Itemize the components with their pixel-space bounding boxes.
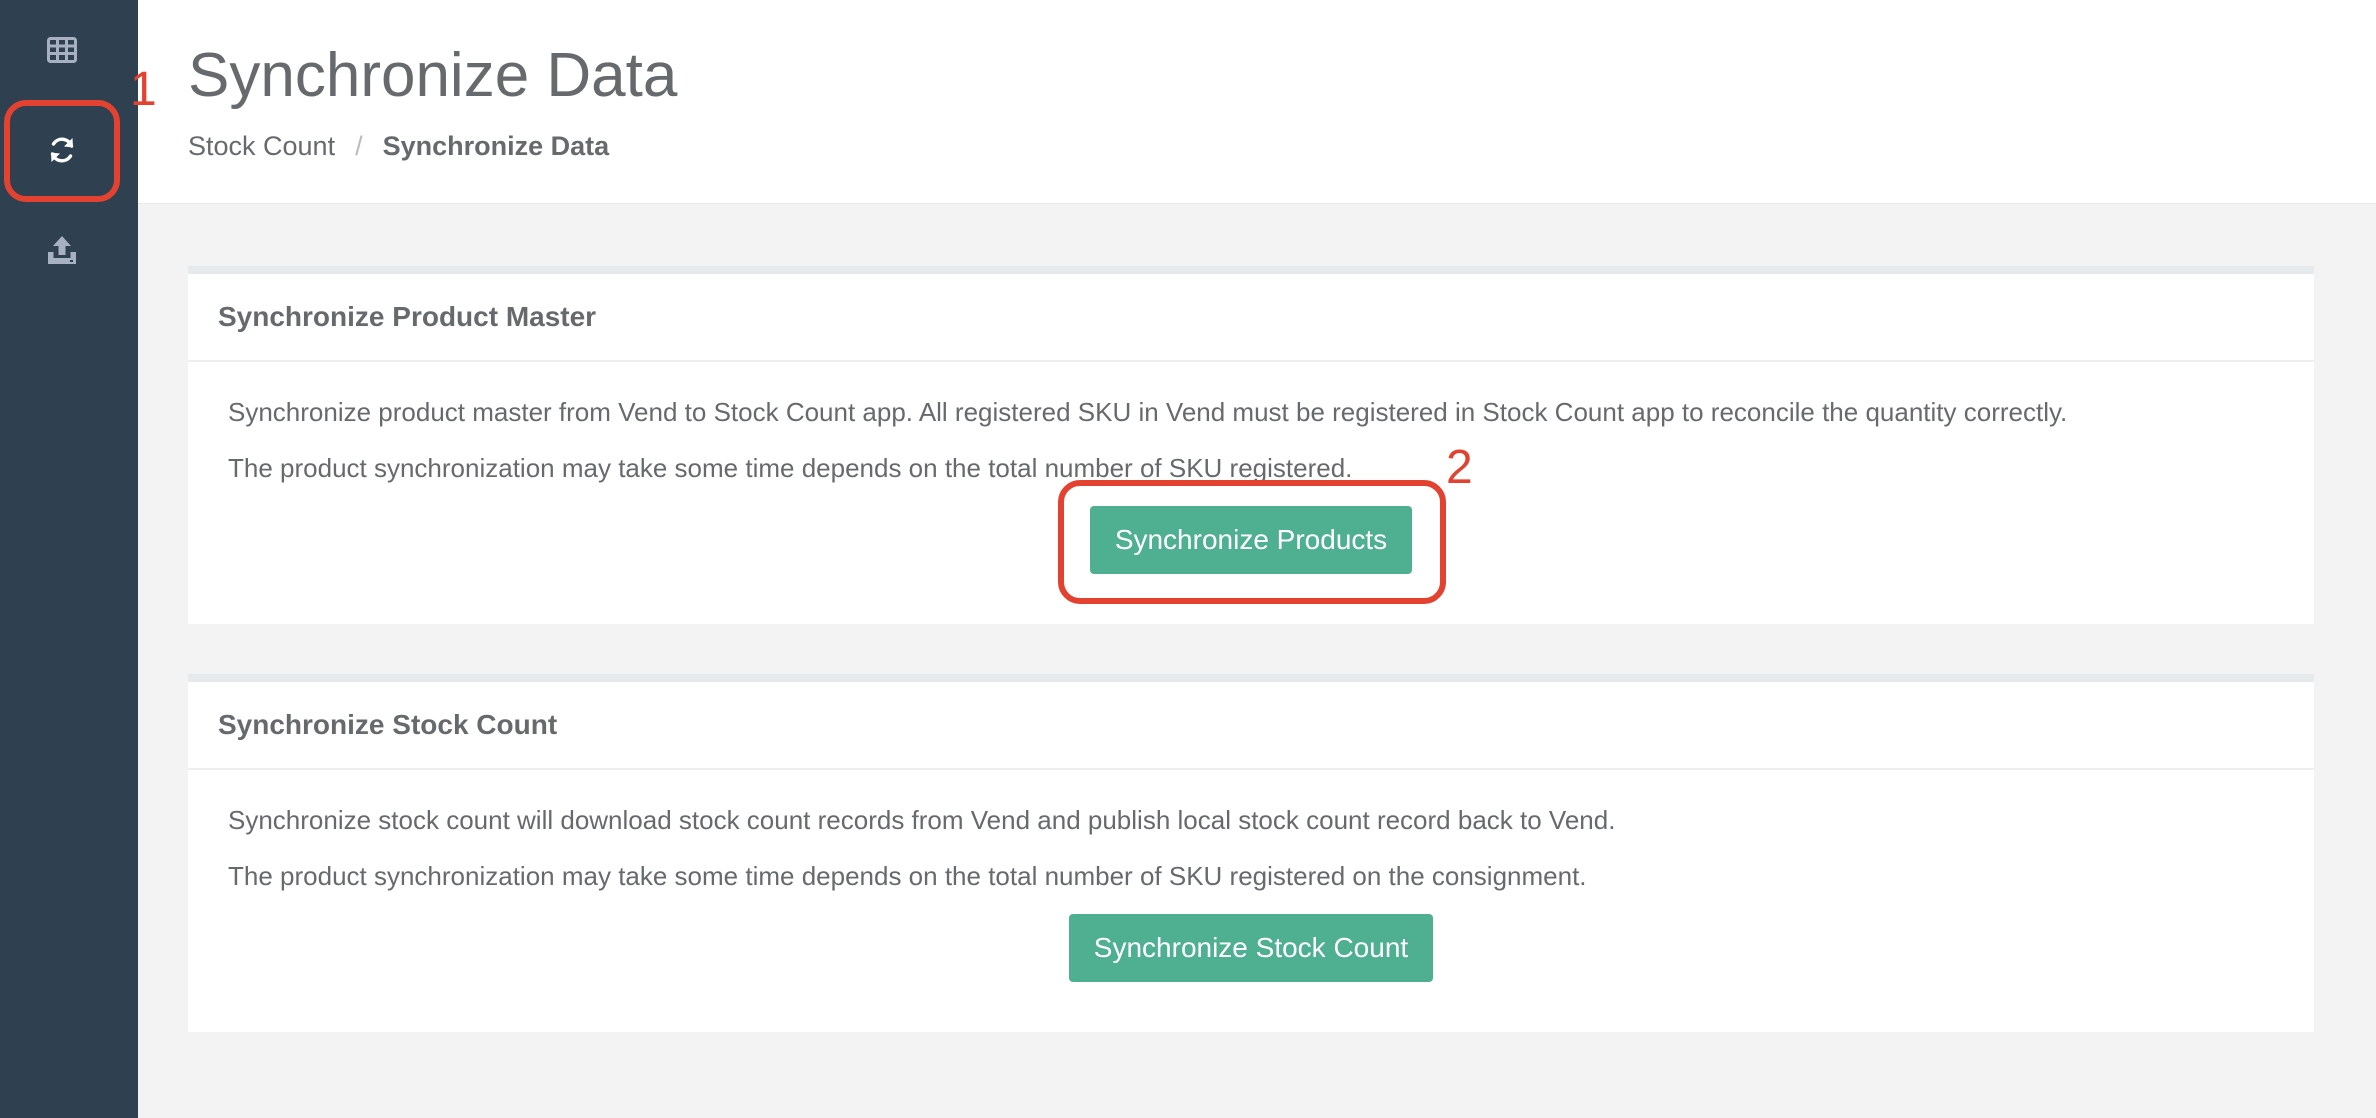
- panel-description: Synchronize product master from Vend to …: [228, 397, 2068, 427]
- breadcrumb-separator: /: [355, 131, 363, 161]
- page-title: Synchronize Data: [188, 41, 678, 110]
- synchronize-stock-count-button[interactable]: Synchronize Stock Count: [1068, 914, 1434, 982]
- sidebar-item-upload[interactable]: [0, 200, 124, 300]
- panel-description: Synchronize stock count will download st…: [228, 805, 1616, 835]
- annotation-step-1-number: 1: [130, 63, 157, 116]
- panel-stock-count: Synchronize Stock Count Synchronize stoc…: [188, 674, 2314, 1032]
- breadcrumb-stock-count[interactable]: Stock Count: [188, 131, 335, 161]
- page-header: Synchronize Data Stock Count / Synchronize…: [138, 0, 2376, 204]
- annotation-highlight-step-1: [4, 100, 120, 202]
- upload-icon: [48, 236, 76, 264]
- breadcrumb: Stock Count / Synchronize Data: [188, 126, 609, 166]
- panel-title: Synchronize Product Master: [188, 274, 2314, 362]
- table-icon: [47, 37, 77, 63]
- panel-description: The product synchronization may take som…: [228, 861, 1587, 891]
- sidebar-item-stock-count[interactable]: [0, 0, 124, 100]
- panel-body: Synchronize stock count will download st…: [188, 792, 2314, 982]
- panel-title: Synchronize Stock Count: [188, 682, 2314, 770]
- annotation-step-2-number: 2: [1446, 441, 1473, 494]
- breadcrumb-current: Synchronize Data: [382, 131, 610, 161]
- annotation-highlight-step-2: [1058, 480, 1446, 604]
